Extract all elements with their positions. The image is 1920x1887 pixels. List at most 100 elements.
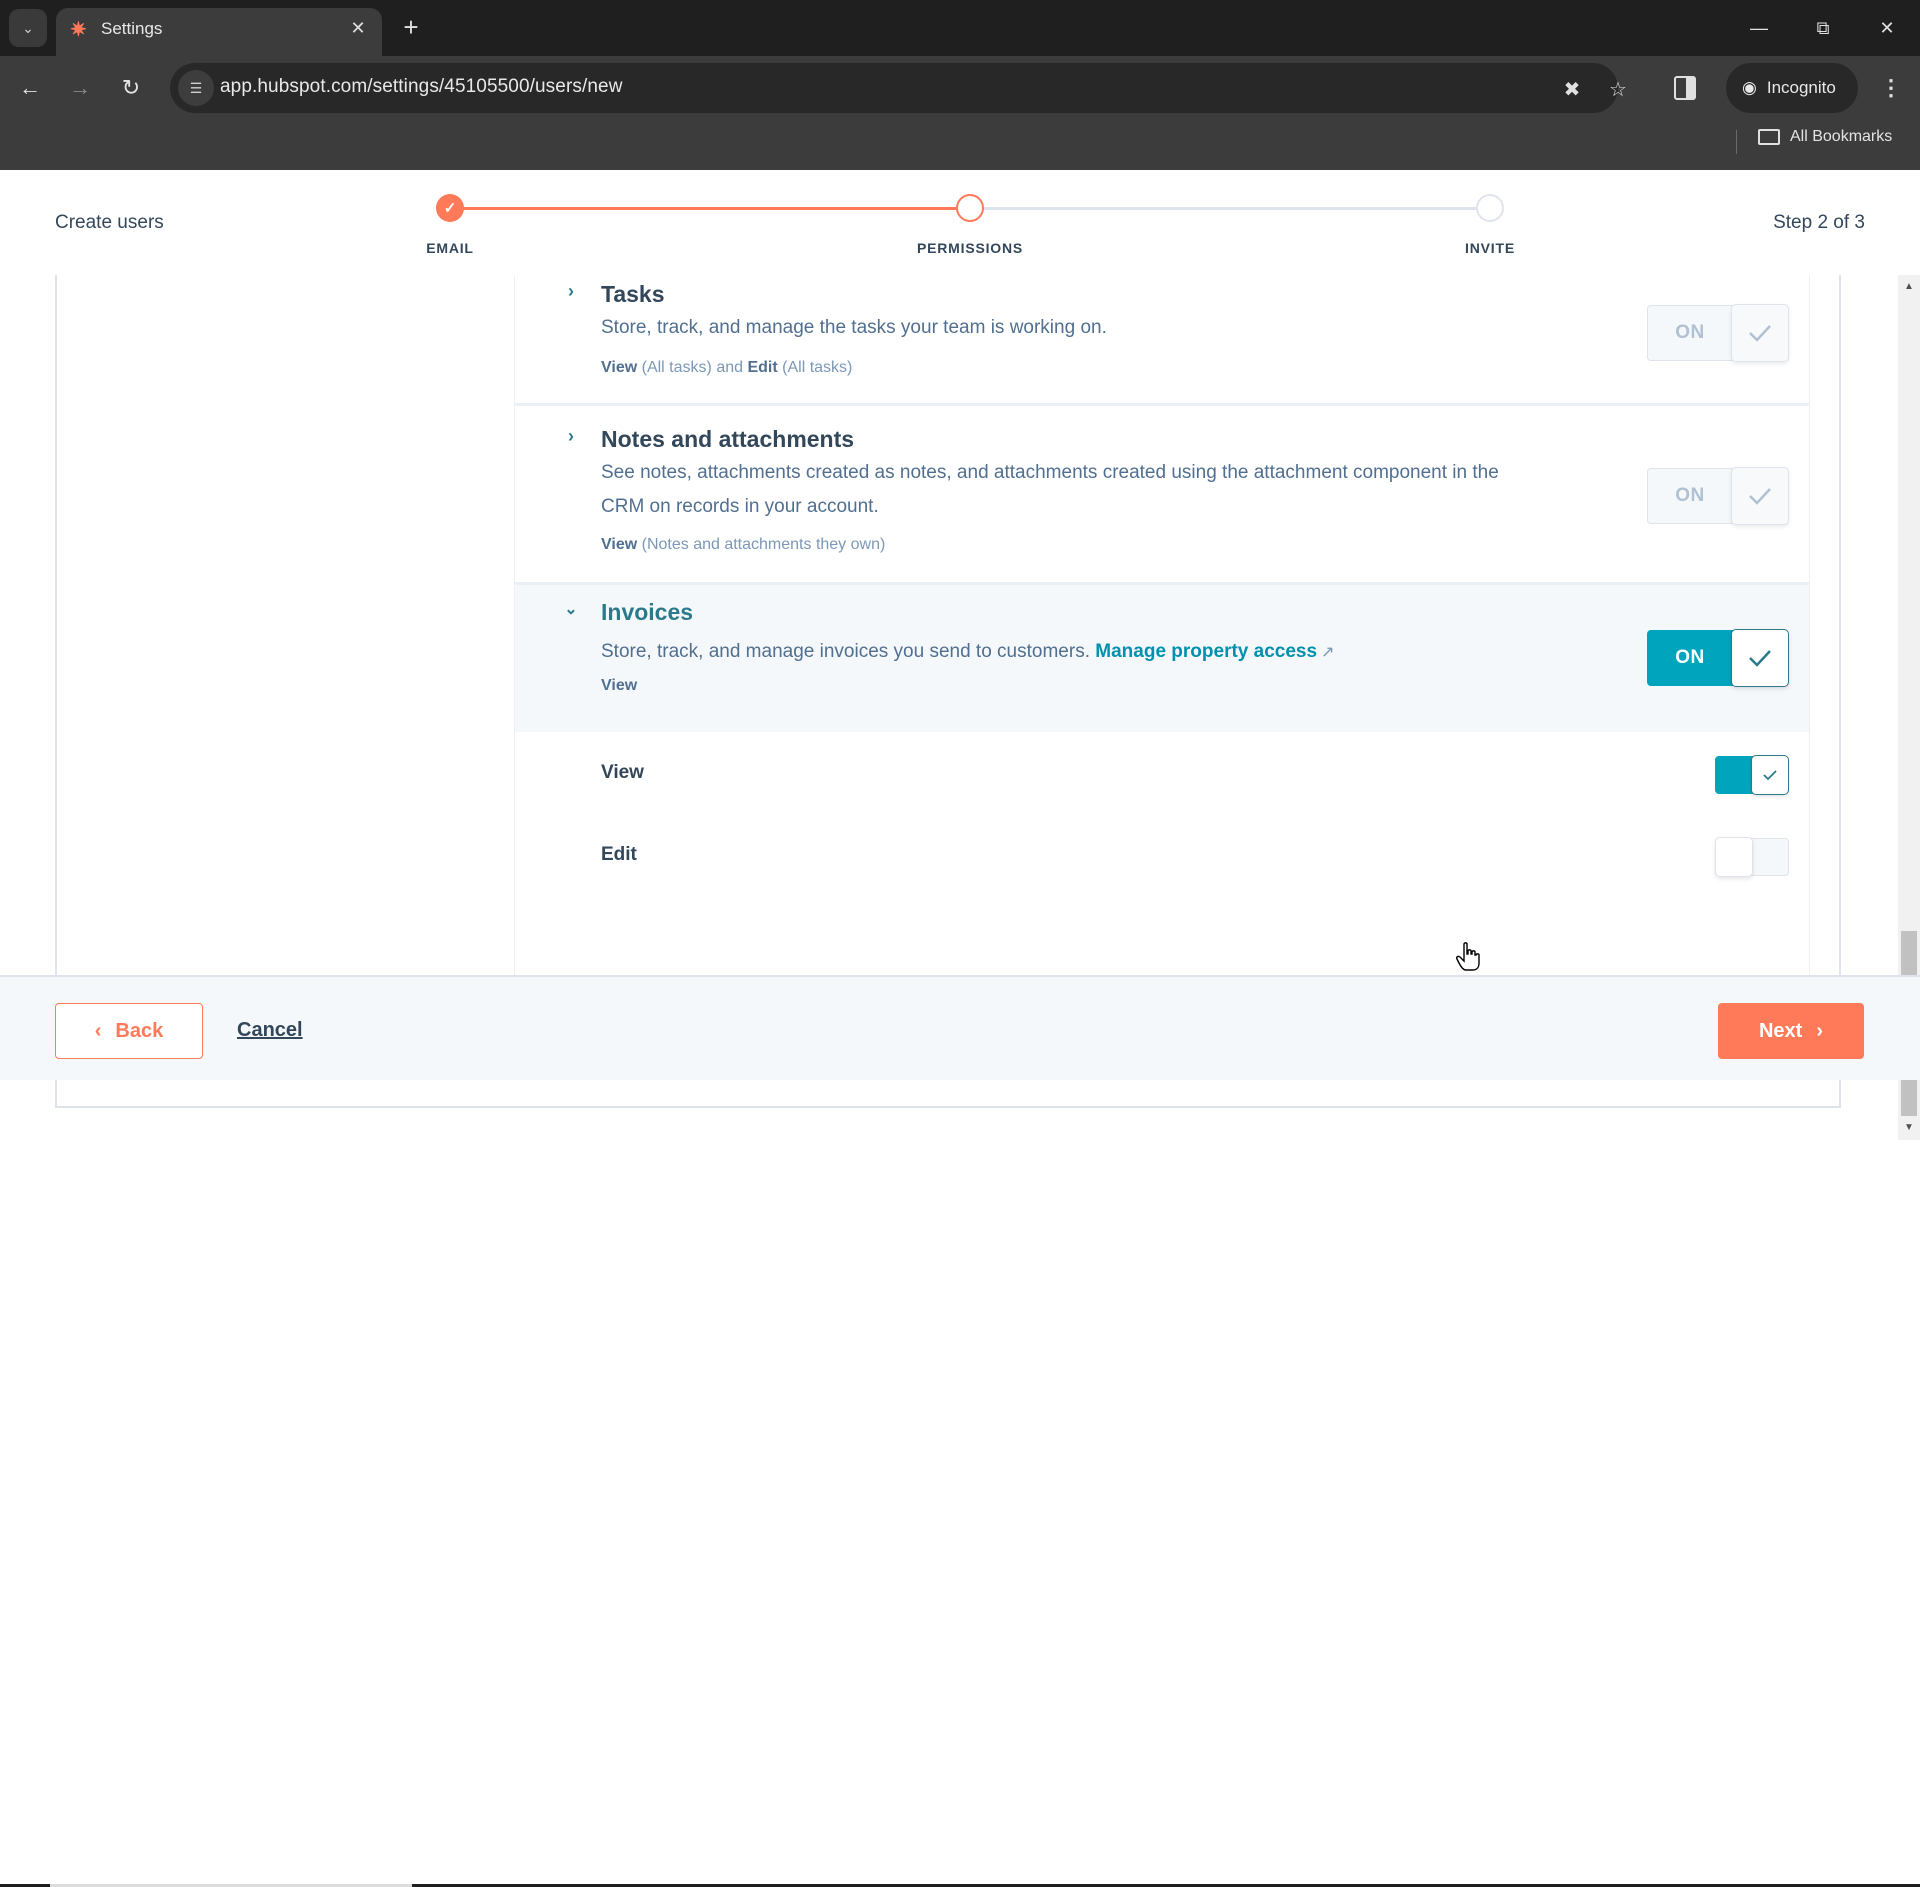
stepper-progress-line: [450, 207, 970, 210]
sub-permission-row-view: View: [515, 732, 1809, 814]
section-title[interactable]: Notes and attachments: [601, 426, 854, 453]
all-bookmarks-label: All Bookmarks: [1790, 128, 1893, 145]
section-description: Store, track, and manage invoices you se…: [601, 635, 1601, 670]
next-button[interactable]: Next ›: [1718, 1003, 1864, 1059]
check-icon: [1731, 304, 1789, 362]
restore-icon: ⧉: [1816, 17, 1830, 38]
external-link-icon: ↗: [1321, 644, 1335, 661]
step-invite-label: INVITE: [1465, 240, 1515, 256]
hand-cursor-icon: [1456, 942, 1480, 971]
tasks-toggle[interactable]: ON: [1647, 304, 1789, 362]
step-permissions-circle: [956, 194, 984, 222]
restore-button[interactable]: ⧉: [1800, 10, 1846, 46]
permissions-panel: › Tasks Store, track, and manage the tas…: [514, 275, 1810, 1072]
incognito-badge[interactable]: ◉ Incognito: [1726, 63, 1858, 113]
browser-tab-bar: ⌄ ✷ Settings ✕ + — ⧉ ✕: [0, 0, 1920, 56]
step-invite-circle: [1476, 194, 1504, 222]
perm-view-scope: (All tasks): [641, 359, 712, 376]
chevron-down-icon[interactable]: ⌄: [561, 599, 581, 623]
more-vert-icon: ⋮: [1880, 75, 1902, 100]
edit-permission-toggle[interactable]: [1715, 837, 1789, 877]
perm-view-scope: (Notes and attachments they own): [641, 536, 886, 553]
bookmarks-divider: [1736, 130, 1737, 154]
toggle-on-label: ON: [1647, 305, 1733, 361]
new-tab-button[interactable]: +: [396, 12, 426, 42]
stepper-remaining-line: [970, 207, 1490, 210]
folder-icon: [1758, 129, 1780, 145]
perm-and: and: [716, 359, 744, 376]
back-button[interactable]: ‹ Back: [55, 1003, 203, 1059]
step-email-label: EMAIL: [426, 240, 474, 256]
incognito-icon: ◉: [1742, 78, 1757, 97]
section-permission-summary: View (Notes and attachments they own): [601, 536, 885, 554]
section-permission-summary: View: [601, 677, 637, 695]
close-icon: ✕: [1879, 17, 1895, 38]
tab-title: Settings: [101, 19, 163, 38]
bookmarks-bar: All Bookmarks: [0, 120, 1920, 170]
description-text: Store, track, and manage invoices you se…: [601, 641, 1090, 662]
notes-attachments-toggle[interactable]: ON: [1647, 467, 1789, 525]
view-permission-toggle[interactable]: [1715, 755, 1789, 795]
address-bar[interactable]: ☰ app.hubspot.com/settings/45105500/user…: [170, 63, 1627, 113]
invoices-toggle[interactable]: ON: [1647, 629, 1789, 687]
chevron-right-icon[interactable]: ›: [561, 426, 581, 450]
browser-toolbar: ← → ↻ ☰ app.hubspot.com/settings/4510550…: [0, 56, 1920, 120]
reload-icon: ↻: [121, 75, 141, 100]
side-panel-icon[interactable]: [1674, 76, 1696, 100]
minimize-icon: —: [1750, 17, 1768, 38]
section-description: Store, track, and manage the tasks your …: [601, 317, 1107, 338]
forward-nav-button[interactable]: →: [62, 70, 98, 106]
perm-edit: Edit: [747, 359, 778, 376]
chevron-right-icon[interactable]: ›: [561, 281, 581, 305]
toggle-on-label: ON: [1647, 630, 1733, 686]
reload-button[interactable]: ↻: [113, 70, 149, 106]
sub-permission-label: View: [601, 762, 644, 783]
tab-search-button[interactable]: ⌄: [9, 9, 47, 47]
close-tab-icon[interactable]: ✕: [346, 16, 370, 40]
step-permissions-label: PERMISSIONS: [916, 240, 1024, 256]
minimize-button[interactable]: —: [1736, 10, 1782, 46]
browser-menu-button[interactable]: ⋮: [1876, 70, 1906, 106]
cancel-button[interactable]: Cancel: [237, 1019, 303, 1042]
browser-tab-settings[interactable]: ✷ Settings ✕: [56, 8, 382, 56]
page-title: Create users: [55, 212, 164, 233]
check-icon: [1731, 629, 1789, 687]
chevron-left-icon: ‹: [94, 1019, 102, 1042]
arrow-right-icon: →: [69, 75, 91, 100]
back-button-label: Back: [115, 1019, 164, 1042]
scroll-up-icon[interactable]: ▲: [1898, 277, 1920, 297]
site-info-button[interactable]: ☰: [178, 70, 214, 106]
chevron-down-icon: ⌄: [22, 19, 34, 36]
section-notes-attachments: › Notes and attachments See notes, attac…: [515, 406, 1809, 582]
page: Create users Step 2 of 3 ✓ EMAIL PERMISS…: [0, 170, 1920, 1887]
step-email-circle: ✓: [436, 194, 464, 222]
section-title[interactable]: Tasks: [601, 281, 665, 308]
toggle-on-label: ON: [1647, 468, 1733, 524]
close-window-button[interactable]: ✕: [1864, 10, 1910, 46]
next-button-label: Next: [1758, 1019, 1803, 1042]
sub-permission-label: Edit: [601, 844, 637, 865]
star-icon[interactable]: ☆: [1604, 75, 1632, 103]
incognito-label: Incognito: [1766, 78, 1836, 97]
url-text[interactable]: app.hubspot.com/settings/45105500/users/…: [220, 76, 623, 98]
check-icon: ✓: [443, 200, 457, 217]
stepper: ✓ EMAIL PERMISSIONS INVITE: [426, 194, 1514, 274]
chevron-right-icon: ›: [1816, 1019, 1824, 1042]
manage-property-access-link[interactable]: Manage property access: [1095, 641, 1317, 662]
scroll-down-icon[interactable]: ▼: [1898, 1118, 1920, 1138]
all-bookmarks-button[interactable]: All Bookmarks: [1758, 128, 1892, 146]
check-icon: [1731, 467, 1789, 525]
step-count: Step 2 of 3: [1773, 212, 1865, 233]
section-invoices: ⌄ Invoices Store, track, and manage invo…: [515, 585, 1809, 732]
section-title[interactable]: Invoices: [601, 599, 693, 626]
check-icon: [1751, 755, 1789, 795]
section-description: See notes, attachments created as notes,…: [601, 462, 1499, 517]
section-permission-summary: View (All tasks) and Edit (All tasks): [601, 359, 852, 377]
perm-view: View: [601, 677, 638, 694]
back-nav-button[interactable]: ←: [12, 70, 48, 106]
eye-off-icon[interactable]: ✖: [1558, 75, 1586, 103]
tune-icon: ☰: [189, 79, 203, 96]
toggle-knob: [1715, 837, 1753, 877]
hubspot-icon: ✷: [70, 19, 87, 41]
perm-view: View: [601, 536, 638, 553]
